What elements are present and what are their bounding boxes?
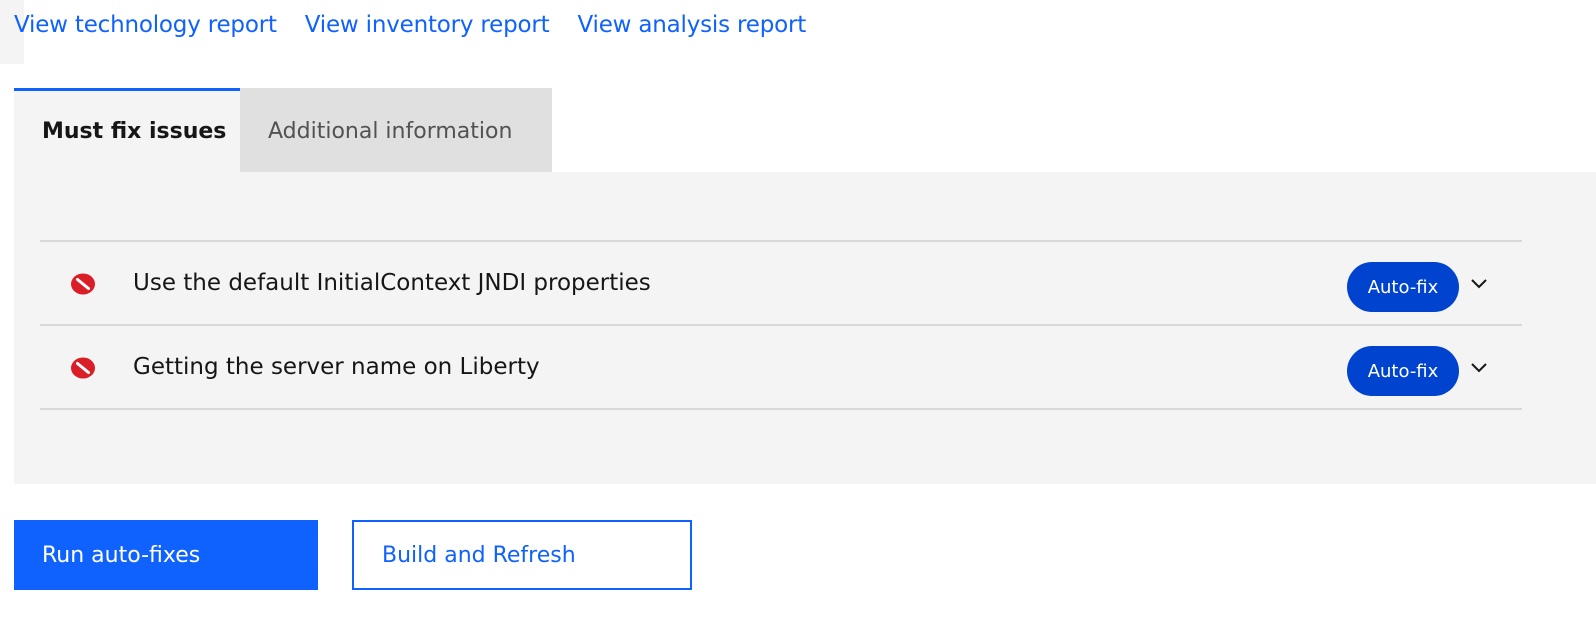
issue-row[interactable]: Getting the server name on Liberty Auto-… bbox=[40, 326, 1522, 410]
run-auto-fixes-button[interactable]: Run auto-fixes bbox=[14, 520, 318, 590]
issues-panel: Use the default InitialContext JNDI prop… bbox=[14, 172, 1596, 484]
view-analysis-report-link[interactable]: View analysis report bbox=[577, 12, 806, 38]
tab-must-fix-issues[interactable]: Must fix issues bbox=[14, 88, 240, 172]
error-icon bbox=[71, 273, 95, 295]
issue-tabs: Must fix issues Additional information bbox=[14, 88, 552, 172]
build-and-refresh-button[interactable]: Build and Refresh bbox=[352, 520, 692, 590]
view-technology-report-link[interactable]: View technology report bbox=[14, 12, 277, 38]
error-icon bbox=[71, 357, 95, 379]
view-inventory-report-link[interactable]: View inventory report bbox=[305, 12, 550, 38]
auto-fix-badge[interactable]: Auto-fix bbox=[1347, 262, 1459, 312]
tab-additional-information[interactable]: Additional information bbox=[240, 88, 552, 172]
auto-fix-badge[interactable]: Auto-fix bbox=[1347, 346, 1459, 396]
issue-title: Getting the server name on Liberty bbox=[133, 354, 540, 380]
report-links: View technology report View inventory re… bbox=[14, 12, 806, 38]
issue-row[interactable]: Use the default InitialContext JNDI prop… bbox=[40, 242, 1522, 326]
issue-title: Use the default InitialContext JNDI prop… bbox=[133, 270, 651, 296]
chevron-down-icon[interactable] bbox=[1470, 278, 1488, 290]
issues-list: Use the default InitialContext JNDI prop… bbox=[40, 240, 1522, 410]
chevron-down-icon[interactable] bbox=[1470, 362, 1488, 374]
